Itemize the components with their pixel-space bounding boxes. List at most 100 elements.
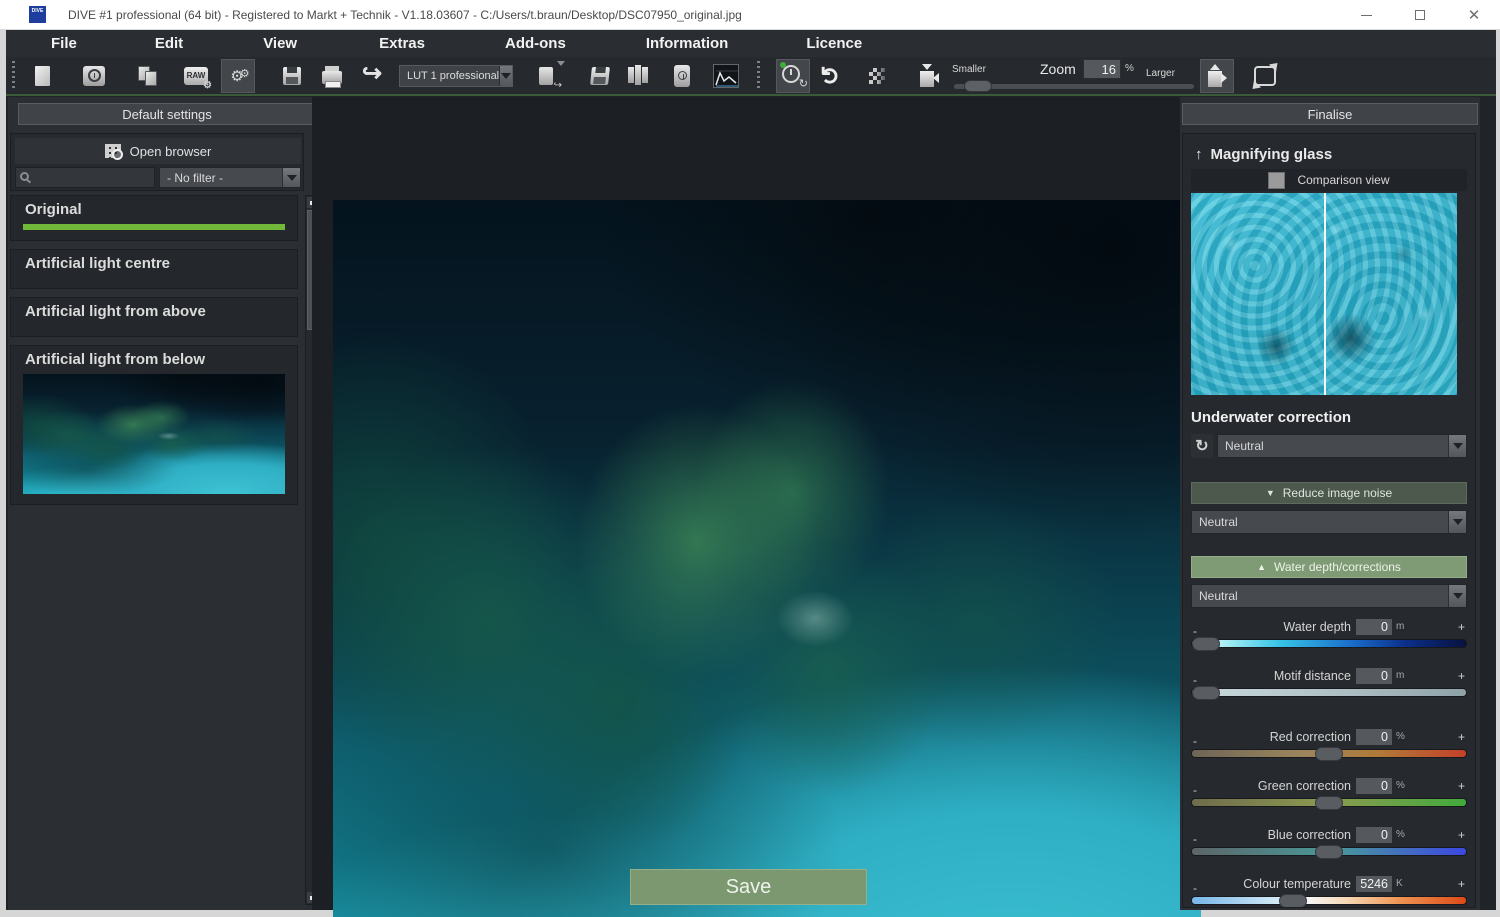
- thumbnail-image-3[interactable]: [23, 374, 285, 494]
- filter-dropdown[interactable]: - No filter -: [159, 167, 301, 188]
- toolbar-drag-handle[interactable]: [12, 61, 15, 91]
- slider-minus-button[interactable]: -: [1193, 784, 1197, 796]
- noise-preset-dropdown[interactable]: Neutral: [1191, 510, 1467, 534]
- noise-preset-arrow[interactable]: [1448, 511, 1466, 533]
- slider-handle[interactable]: [1279, 894, 1307, 908]
- magnifier-header[interactable]: ↑ Magnifying glass: [1191, 142, 1467, 169]
- redo-button[interactable]: ↻: [814, 59, 848, 93]
- slider-value-input[interactable]: 0: [1355, 618, 1393, 636]
- histogram-button[interactable]: [709, 59, 743, 93]
- preview-doc-icon: [674, 65, 690, 87]
- preview-button[interactable]: [665, 59, 699, 93]
- slider-unit: K: [1396, 878, 1410, 889]
- magnifier-title: Magnifying glass: [1211, 146, 1333, 163]
- menu-extras[interactable]: Extras: [379, 35, 425, 52]
- workflow-button[interactable]: [529, 59, 563, 93]
- filter-dropdown-arrow[interactable]: [282, 168, 300, 187]
- slider-handle[interactable]: [1192, 686, 1220, 700]
- finalise-button[interactable]: Finalise: [1182, 103, 1478, 125]
- main-image[interactable]: [333, 200, 1201, 917]
- minimize-icon: [1361, 15, 1372, 16]
- slider-minus-button[interactable]: -: [1193, 882, 1197, 894]
- slider-value-input[interactable]: 5246: [1355, 875, 1393, 893]
- smaller-view-button[interactable]: [912, 59, 946, 93]
- zoom-slider-handle[interactable]: [964, 80, 992, 92]
- gears-icon: ⚙⚙: [230, 67, 245, 85]
- save-button[interactable]: Save: [630, 869, 867, 905]
- slider-track[interactable]: [1191, 798, 1467, 807]
- correction-preset-dropdown[interactable]: Neutral: [1217, 434, 1467, 458]
- lut-dropdown-arrow[interactable]: [499, 66, 512, 86]
- new-file-button[interactable]: [25, 59, 59, 93]
- export-button[interactable]: ↪: [355, 59, 389, 93]
- reset-button[interactable]: ↻: [1191, 434, 1213, 458]
- slider-value-input[interactable]: 0: [1355, 667, 1393, 685]
- minimize-button[interactable]: [1354, 3, 1378, 27]
- slider-track[interactable]: [1191, 639, 1467, 648]
- slider-handle[interactable]: [1192, 637, 1220, 651]
- slider-handle[interactable]: [1315, 845, 1343, 859]
- correction-preset-arrow[interactable]: [1448, 435, 1466, 457]
- toolbar: RAW ⚙⚙ ↪ LUT 1 professional ↻ ↻: [6, 57, 1496, 96]
- slider-track[interactable]: [1191, 688, 1467, 697]
- search-input[interactable]: [15, 167, 155, 188]
- slider-plus-button[interactable]: +: [1458, 731, 1465, 743]
- depth-preset-dropdown[interactable]: Neutral: [1191, 584, 1467, 608]
- slider-value-input[interactable]: 0: [1355, 728, 1393, 746]
- workflow-dropdown-arrow[interactable]: [557, 61, 565, 66]
- larger-view-button[interactable]: [1200, 59, 1234, 93]
- slider-handle[interactable]: [1315, 747, 1343, 761]
- menu-information[interactable]: Information: [646, 35, 729, 52]
- slider-plus-button[interactable]: +: [1458, 670, 1465, 682]
- rotate-button[interactable]: [1248, 59, 1282, 93]
- save-file-button[interactable]: [275, 59, 309, 93]
- dither-button[interactable]: [860, 59, 894, 93]
- open-recent-button[interactable]: [77, 59, 111, 93]
- slider-track[interactable]: [1191, 749, 1467, 758]
- water-depth-section-button[interactable]: ▲ Water depth/corrections: [1191, 556, 1467, 578]
- magnifier-preview[interactable]: [1191, 193, 1457, 395]
- slider-minus-button[interactable]: -: [1193, 833, 1197, 845]
- default-settings-button[interactable]: Default settings: [18, 103, 316, 125]
- slider-value-input[interactable]: 0: [1355, 777, 1393, 795]
- slider-value-input[interactable]: 0: [1355, 826, 1393, 844]
- slider-minus-button[interactable]: -: [1193, 625, 1197, 637]
- print-button[interactable]: [315, 59, 349, 93]
- copy-settings-button[interactable]: [131, 59, 165, 93]
- depth-preset-arrow[interactable]: [1448, 585, 1466, 607]
- close-button[interactable]: ✕: [1462, 3, 1486, 27]
- slider-plus-button[interactable]: +: [1458, 829, 1465, 841]
- slider-track[interactable]: [1191, 896, 1467, 905]
- slider-minus-button[interactable]: -: [1193, 735, 1197, 747]
- zoom-value-input[interactable]: 16: [1083, 59, 1121, 79]
- menu-file[interactable]: File: [51, 35, 77, 52]
- slider-track[interactable]: [1191, 847, 1467, 856]
- slider-label-row: -Colour temperature5246K+: [1191, 874, 1467, 893]
- menu-licence[interactable]: Licence: [806, 35, 862, 52]
- slider-minus-button[interactable]: -: [1193, 674, 1197, 686]
- processing-settings-button[interactable]: ⚙⚙: [221, 59, 255, 93]
- lut-dropdown[interactable]: LUT 1 professional: [399, 65, 513, 87]
- slider-handle[interactable]: [1315, 796, 1343, 810]
- menu-edit[interactable]: Edit: [155, 35, 183, 52]
- slider-plus-button[interactable]: +: [1458, 878, 1465, 890]
- maximize-button[interactable]: [1408, 3, 1432, 27]
- export-image-button[interactable]: [583, 59, 617, 93]
- close-icon: ✕: [1468, 8, 1481, 23]
- slider-plus-button[interactable]: +: [1458, 621, 1465, 633]
- search-icon: [20, 172, 29, 181]
- comparison-checkbox[interactable]: [1268, 172, 1285, 189]
- raw-settings-button[interactable]: RAW: [179, 59, 213, 93]
- lut-dropdown-value: LUT 1 professional: [400, 70, 499, 82]
- reduce-noise-section-button[interactable]: ▼ Reduce image noise: [1191, 482, 1467, 504]
- thumbnail-label: Artificial light from below: [23, 349, 285, 374]
- slider-plus-button[interactable]: +: [1458, 780, 1465, 792]
- open-browser-button[interactable]: Open browser: [15, 138, 301, 164]
- compare-view-button[interactable]: [621, 59, 655, 93]
- menu-add-ons[interactable]: Add-ons: [505, 35, 566, 52]
- history-button[interactable]: ↻: [776, 59, 810, 93]
- thumbnail-image-0[interactable]: [23, 224, 285, 230]
- toolbar-separator: [757, 61, 760, 91]
- workflow-icon: [539, 67, 553, 85]
- menu-view[interactable]: View: [263, 35, 297, 52]
